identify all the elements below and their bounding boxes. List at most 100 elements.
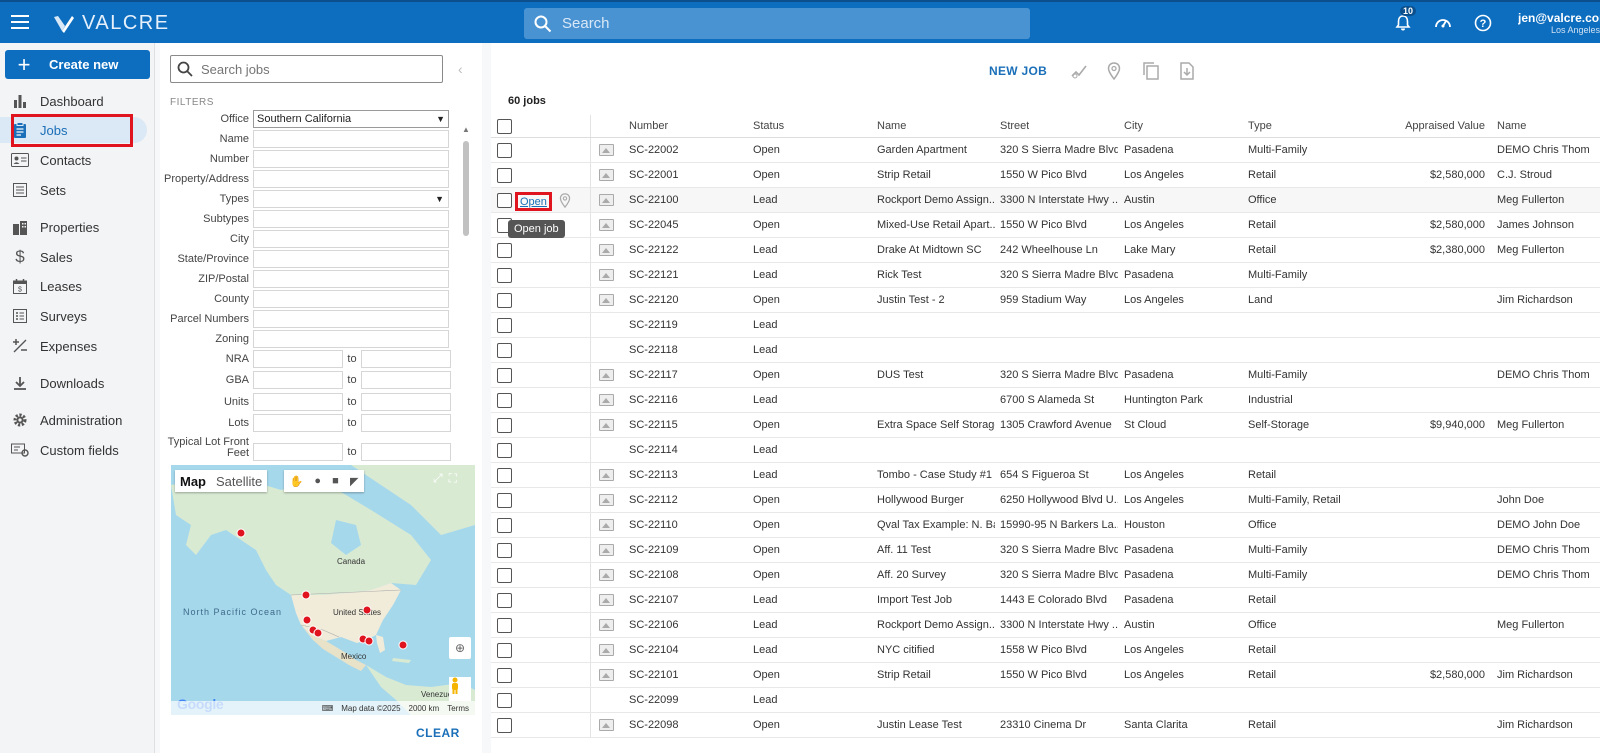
row-checkbox[interactable] — [497, 488, 512, 512]
column-header-contact-name[interactable]: Name — [1497, 115, 1600, 137]
jobs-map[interactable]: North Pacific Ocean Canada United States… — [171, 465, 475, 715]
open-job-link[interactable]: Open — [515, 192, 552, 211]
table-row[interactable]: SC-22119 Lead — [491, 313, 1600, 338]
notifications-button[interactable]: 10 — [1386, 6, 1420, 38]
row-checkbox[interactable] — [497, 188, 512, 212]
table-row[interactable]: SC-22101 Open Strip Retail 1550 W Pico Blvd… — [491, 663, 1600, 688]
table-row[interactable]: Open SC-22100 Lead Rockport Demo Assign... 3… — [491, 188, 1600, 213]
row-checkbox[interactable] — [497, 713, 512, 737]
table-row[interactable]: SC-22112 Open Hollywood Burger 6250 Hollywo… — [491, 488, 1600, 513]
row-checkbox[interactable] — [497, 288, 512, 312]
table-row[interactable]: SC-22104 Lead NYC citified 1558 W Pico Blvd… — [491, 638, 1600, 663]
table-row[interactable]: SC-22122 Lead Drake At Midtown SC 242 Wheel… — [491, 238, 1600, 263]
image-thumbnail-icon[interactable] — [599, 388, 614, 412]
image-thumbnail-icon[interactable] — [599, 713, 614, 737]
image-thumbnail-icon[interactable] — [599, 413, 614, 437]
user-menu[interactable]: jen@valcre.com Los Angeles — [1518, 11, 1600, 35]
row-checkbox[interactable] — [497, 363, 512, 387]
column-header-type[interactable]: Type — [1248, 115, 1272, 137]
row-checkbox[interactable] — [497, 413, 512, 437]
column-header-street[interactable]: Street — [1000, 115, 1029, 137]
map-tab-satellite[interactable]: Satellite — [211, 474, 267, 489]
row-checkbox[interactable] — [497, 263, 512, 287]
table-row[interactable]: SC-22118 Lead — [491, 338, 1600, 363]
nav-item-expenses[interactable]: Expenses — [0, 333, 150, 359]
map-terms-link[interactable]: Terms — [447, 704, 469, 713]
image-thumbnail-icon[interactable] — [599, 638, 614, 662]
hamburger-menu-icon[interactable] — [11, 15, 29, 29]
nav-item-sales[interactable]: $ Sales — [0, 244, 150, 270]
row-checkbox[interactable] — [497, 663, 512, 687]
row-checkbox[interactable] — [497, 313, 512, 337]
copy-icon[interactable] — [1141, 61, 1161, 81]
table-row[interactable]: SC-22120 Open Justin Test - 2 959 Stadium W… — [491, 288, 1600, 313]
lots-min-field[interactable] — [253, 414, 343, 432]
image-thumbnail-icon[interactable] — [599, 188, 614, 212]
table-row[interactable]: SC-22113 Lead Tombo - Case Study #1 654 S F… — [491, 463, 1600, 488]
polygon-draw-icon[interactable]: ◤ — [350, 475, 358, 488]
image-thumbnail-icon[interactable] — [599, 138, 614, 162]
county-field[interactable] — [253, 290, 449, 308]
row-checkbox[interactable] — [497, 463, 512, 487]
hand-pan-icon[interactable]: ✋ — [290, 475, 304, 488]
units-min-field[interactable] — [253, 393, 343, 411]
image-thumbnail-icon[interactable] — [599, 563, 614, 587]
nav-item-leases[interactable]: $ Leases — [0, 273, 150, 299]
map-tab-map[interactable]: Map — [175, 474, 211, 489]
office-select[interactable]: Southern California ▼ — [253, 110, 449, 128]
nav-item-contacts[interactable]: Contacts — [0, 147, 150, 173]
nav-item-dashboard[interactable]: Dashboard — [0, 88, 150, 114]
help-button[interactable]: ? — [1466, 8, 1500, 38]
row-checkbox[interactable] — [497, 613, 512, 637]
table-row[interactable]: SC-22109 Open Aff. 11 Test 320 S Sierra Mad… — [491, 538, 1600, 563]
filters-scrollbar[interactable]: ▲ ▼ — [462, 125, 470, 505]
map-scale[interactable]: 2000 km — [409, 704, 440, 713]
image-thumbnail-icon[interactable] — [599, 513, 614, 537]
column-header-name[interactable]: Name — [877, 115, 906, 137]
scroll-up-arrow-icon[interactable]: ▲ — [462, 125, 470, 134]
row-checkbox[interactable] — [497, 138, 512, 162]
new-job-button[interactable]: NEW JOB — [989, 64, 1047, 78]
nav-item-properties[interactable]: Properties — [0, 214, 150, 240]
nav-item-sets[interactable]: Sets — [0, 177, 150, 203]
nav-item-downloads[interactable]: Downloads — [0, 370, 150, 396]
image-thumbnail-icon[interactable] — [599, 213, 614, 237]
nav-item-custom-fields[interactable]: Custom fields — [0, 437, 150, 463]
job-search-input[interactable] — [201, 61, 421, 77]
row-checkbox[interactable] — [497, 638, 512, 662]
table-row[interactable]: SC-22114 Lead — [491, 438, 1600, 463]
city-field[interactable] — [253, 230, 449, 248]
table-row[interactable]: SC-22110 Open Qval Tax Example: N. Ba... 15… — [491, 513, 1600, 538]
table-row[interactable]: SC-22045 Open Mixed-Use Retail Apart... 155… — [491, 213, 1600, 238]
zip-field[interactable] — [253, 270, 449, 288]
image-thumbnail-icon[interactable] — [599, 238, 614, 262]
row-checkbox[interactable] — [497, 438, 512, 462]
image-thumbnail-icon[interactable] — [599, 463, 614, 487]
column-header-city[interactable]: City — [1124, 115, 1143, 137]
image-thumbnail-icon[interactable] — [599, 538, 614, 562]
image-thumbnail-icon[interactable] — [599, 363, 614, 387]
row-checkbox[interactable] — [497, 538, 512, 562]
nav-item-administration[interactable]: Administration — [0, 407, 150, 433]
types-select[interactable]: ▼ — [253, 190, 449, 208]
rectangle-draw-icon[interactable]: ■ — [332, 475, 339, 487]
lots-max-field[interactable] — [361, 414, 451, 432]
image-thumbnail-icon[interactable] — [599, 588, 614, 612]
table-row[interactable]: SC-22107 Lead Import Test Job 1443 E Colora… — [491, 588, 1600, 613]
expand-icon[interactable]: ⤢ — [433, 471, 443, 486]
table-row[interactable]: SC-22099 Lead — [491, 688, 1600, 713]
nav-item-surveys[interactable]: Surveys — [0, 303, 150, 329]
image-thumbnail-icon[interactable] — [599, 613, 614, 637]
export-file-icon[interactable] — [1177, 61, 1197, 81]
scrollbar-thumb[interactable] — [463, 141, 469, 236]
table-row[interactable]: SC-22001 Open Strip Retail 1550 W Pico Blvd… — [491, 163, 1600, 188]
column-header-status[interactable]: Status — [753, 115, 784, 137]
parcel-numbers-field[interactable] — [253, 310, 449, 328]
state-field[interactable] — [253, 250, 449, 268]
image-thumbnail-icon[interactable] — [599, 163, 614, 187]
speedometer-button[interactable] — [1426, 8, 1460, 38]
image-thumbnail-icon[interactable] — [599, 288, 614, 312]
select-all-checkbox[interactable] — [497, 115, 512, 137]
subtypes-field[interactable] — [253, 210, 449, 228]
number-field[interactable] — [253, 150, 449, 168]
